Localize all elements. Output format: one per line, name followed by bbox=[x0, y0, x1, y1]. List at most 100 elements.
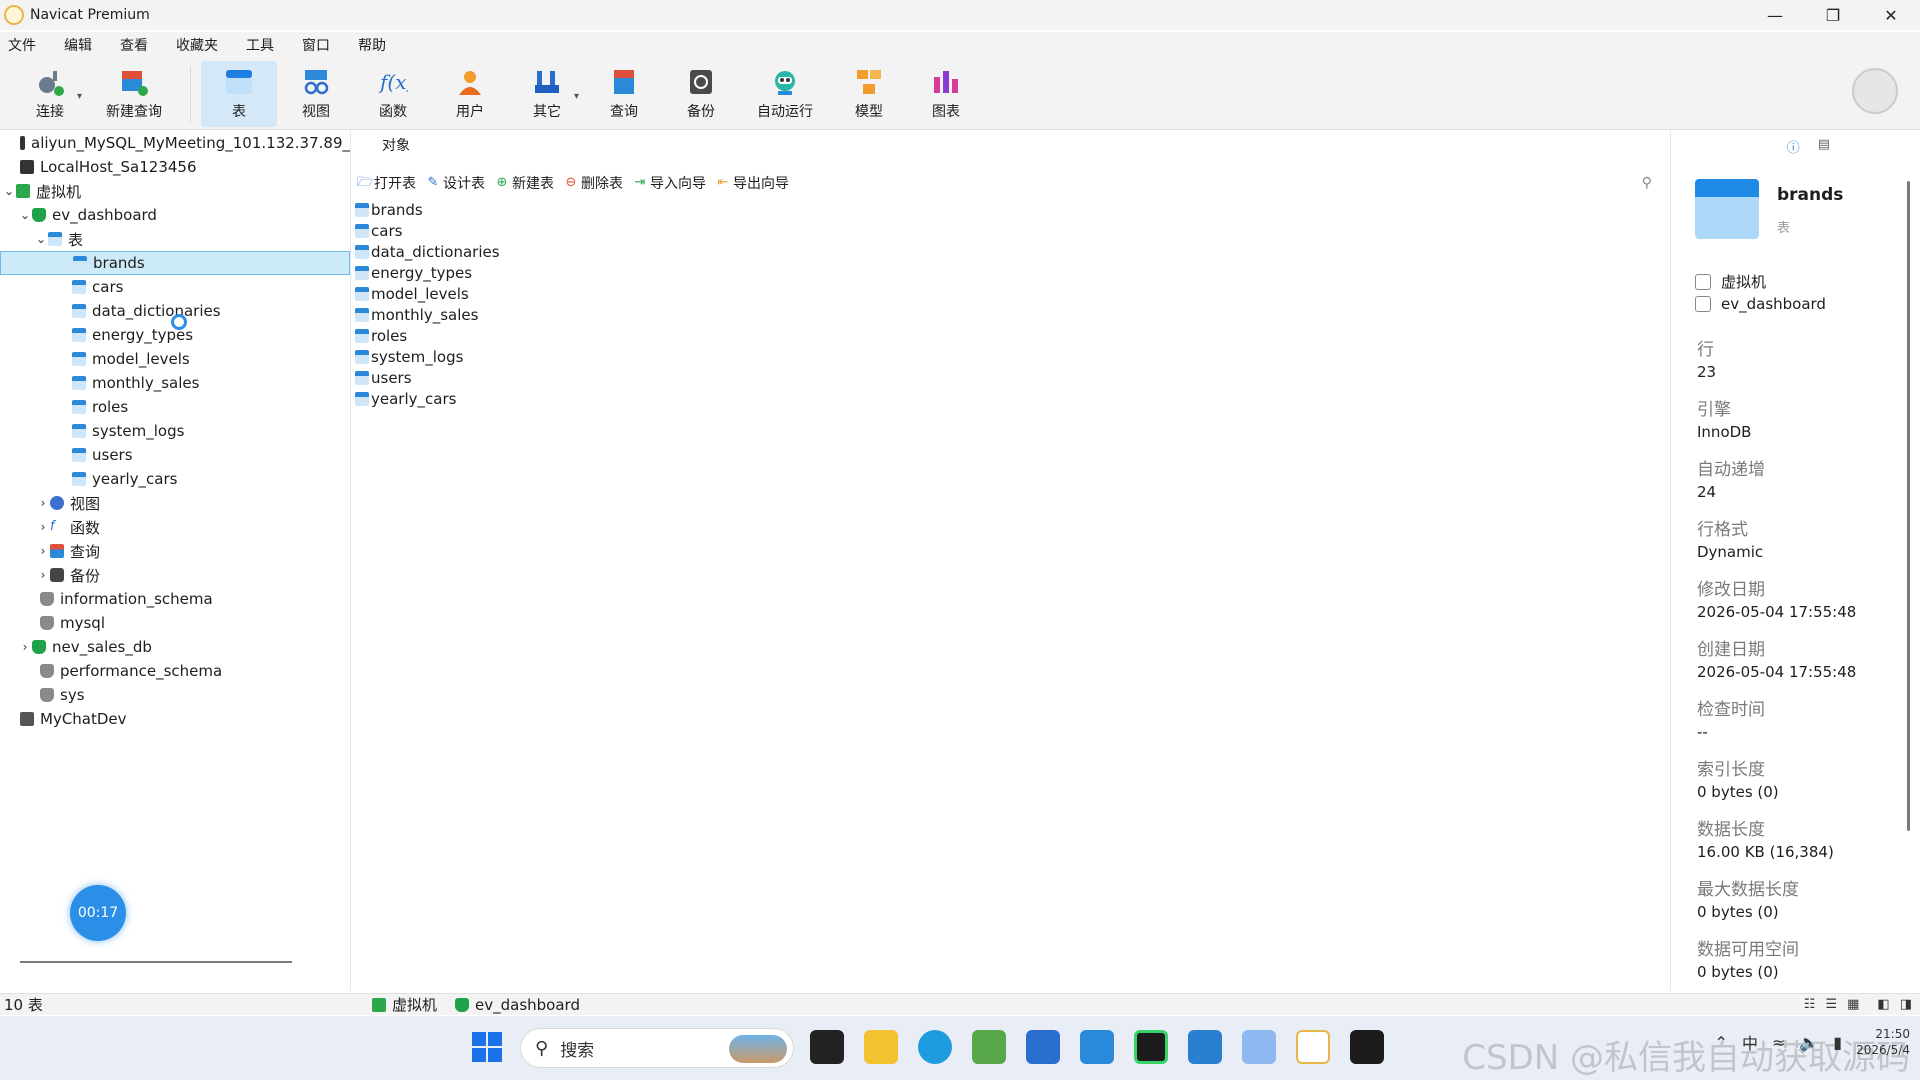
vscode-icon[interactable] bbox=[1188, 1030, 1222, 1064]
restore-icon[interactable]: ❐ bbox=[1804, 0, 1862, 30]
tree-table-item[interactable]: roles bbox=[0, 395, 350, 419]
vertical-scrollbar[interactable] bbox=[1907, 181, 1910, 831]
object-item[interactable]: data_dictionaries bbox=[355, 241, 500, 262]
object-item[interactable]: users bbox=[355, 367, 500, 388]
terminal-icon[interactable] bbox=[1350, 1030, 1384, 1064]
tree-connection-mychatdev[interactable]: MyChatDev bbox=[0, 707, 350, 731]
delete-table-button[interactable]: ⊖ 删除表 bbox=[564, 173, 623, 193]
tree-tables-folder[interactable]: ⌄ 表 bbox=[0, 227, 350, 251]
horizontal-scrollbar[interactable] bbox=[20, 961, 292, 963]
tree-views-folder[interactable]: › 视图 bbox=[0, 491, 350, 515]
ime-indicator[interactable]: 中 bbox=[1742, 1030, 1758, 1054]
object-item[interactable]: monthly_sales bbox=[355, 304, 500, 325]
tree-connection-vm[interactable]: ⌄ 虚拟机 bbox=[0, 179, 350, 203]
design-table-button[interactable]: ✎ 设计表 bbox=[426, 173, 485, 193]
minimize-icon[interactable]: — bbox=[1746, 0, 1804, 30]
list-view-icon[interactable]: ☷ bbox=[1804, 997, 1816, 1012]
detail-view-icon[interactable]: ☰ bbox=[1825, 997, 1837, 1012]
chevron-up-icon[interactable]: ⌃ bbox=[1715, 1033, 1728, 1052]
connect-button[interactable]: 连接 ▾ bbox=[12, 61, 88, 127]
others-button[interactable]: 其它 ▾ bbox=[509, 61, 585, 127]
tab-objects[interactable]: 对象 bbox=[365, 131, 427, 161]
chevron-right-icon[interactable]: › bbox=[36, 544, 50, 558]
tree-database-ev-dashboard[interactable]: ⌄ ev_dashboard bbox=[0, 203, 350, 227]
tree-database-item[interactable]: sys bbox=[0, 683, 350, 707]
functions-button[interactable]: f(x) 函数 bbox=[355, 61, 431, 127]
import-wizard-button[interactable]: ⇥ 导入向导 bbox=[633, 173, 706, 193]
new-table-button[interactable]: ⊕ 新建表 bbox=[495, 173, 554, 193]
search-icon[interactable]: ⚲ bbox=[1642, 175, 1652, 191]
chevron-right-icon[interactable]: › bbox=[36, 520, 50, 534]
tables-button[interactable]: 表 bbox=[201, 60, 277, 127]
navicat-taskbar-icon[interactable] bbox=[1296, 1030, 1330, 1064]
pycharm-icon[interactable] bbox=[1134, 1030, 1168, 1064]
charts-button[interactable]: 图表 bbox=[908, 61, 984, 127]
queries-button[interactable]: 查询 bbox=[586, 61, 662, 127]
photo-editor-icon[interactable] bbox=[972, 1030, 1006, 1064]
mail-app-icon[interactable] bbox=[1026, 1030, 1060, 1064]
tree-functions-folder[interactable]: › f 函数 bbox=[0, 515, 350, 539]
volume-icon[interactable]: 🔈 bbox=[1799, 1033, 1819, 1052]
object-item[interactable]: system_logs bbox=[355, 346, 500, 367]
toggle-left-panel-icon[interactable]: ◧ bbox=[1877, 997, 1889, 1012]
chevron-right-icon[interactable]: › bbox=[36, 568, 50, 582]
chevron-down-icon[interactable]: ⌄ bbox=[18, 208, 32, 222]
tree-table-item[interactable]: users bbox=[0, 443, 350, 467]
model-button[interactable]: 模型 bbox=[831, 61, 907, 127]
menu-help[interactable]: 帮助 bbox=[350, 35, 400, 55]
tree-table-item[interactable]: yearly_cars bbox=[0, 467, 350, 491]
new-query-button[interactable]: 新建查询 bbox=[89, 61, 179, 127]
caret-down-icon[interactable]: ▾ bbox=[574, 91, 579, 102]
tree-database-item[interactable]: mysql bbox=[0, 611, 350, 635]
taskbar-search[interactable]: ⚲ 搜索 bbox=[520, 1028, 794, 1068]
export-wizard-button[interactable]: ⇤ 导出向导 bbox=[716, 173, 789, 193]
taskbar-clock[interactable]: 21:50 2026/5/4 bbox=[1856, 1026, 1910, 1058]
ddl-icon[interactable]: ▤ bbox=[1818, 137, 1830, 156]
chevron-right-icon[interactable]: › bbox=[36, 496, 50, 510]
menu-file[interactable]: 文件 bbox=[0, 35, 50, 55]
chevron-down-icon[interactable]: ⌄ bbox=[2, 184, 16, 198]
menu-tools[interactable]: 工具 bbox=[238, 35, 288, 55]
wifi-icon[interactable]: ≈ bbox=[1772, 1033, 1785, 1052]
tree-table-item[interactable]: model_levels bbox=[0, 347, 350, 371]
menu-view[interactable]: 查看 bbox=[112, 35, 162, 55]
info-icon[interactable]: ⓘ bbox=[1787, 137, 1800, 156]
menu-window[interactable]: 窗口 bbox=[294, 35, 344, 55]
windows-start-icon[interactable] bbox=[472, 1032, 502, 1062]
battery-icon[interactable]: ▮ bbox=[1833, 1033, 1842, 1052]
toggle-right-panel-icon[interactable]: ◨ bbox=[1900, 997, 1912, 1012]
grid-view-icon[interactable]: ▦ bbox=[1847, 997, 1859, 1012]
remote-desktop-icon[interactable] bbox=[1080, 1030, 1114, 1064]
open-table-button[interactable]: 🗁 打开表 bbox=[357, 173, 416, 193]
tree-database-item[interactable]: performance_schema bbox=[0, 659, 350, 683]
tree-connection-localhost[interactable]: LocalHost_Sa123456 bbox=[0, 155, 350, 179]
task-view-icon[interactable] bbox=[810, 1030, 844, 1064]
tree-table-item[interactable]: system_logs bbox=[0, 419, 350, 443]
chevron-down-icon[interactable]: ⌄ bbox=[34, 232, 48, 246]
object-item[interactable]: cars bbox=[355, 220, 500, 241]
views-button[interactable]: 视图 bbox=[278, 61, 354, 127]
backup-button[interactable]: 备份 bbox=[663, 61, 739, 127]
object-item[interactable]: brands bbox=[355, 199, 500, 220]
menu-edit[interactable]: 编辑 bbox=[56, 35, 106, 55]
users-button[interactable]: 用户 bbox=[432, 61, 508, 127]
tree-queries-folder[interactable]: › 查询 bbox=[0, 539, 350, 563]
tree-connection-aliyun[interactable]: aliyun_MySQL_MyMeeting_101.132.37.89_ bbox=[0, 131, 350, 155]
tree-table-item[interactable]: brands bbox=[0, 251, 350, 275]
chevron-right-icon[interactable]: › bbox=[18, 640, 32, 654]
close-icon[interactable]: ✕ bbox=[1862, 0, 1920, 30]
tree-backups-folder[interactable]: › 备份 bbox=[0, 563, 350, 587]
object-item[interactable]: roles bbox=[355, 325, 500, 346]
tree-database-item[interactable]: › nev_sales_db bbox=[0, 635, 350, 659]
file-explorer-icon[interactable] bbox=[864, 1030, 898, 1064]
recording-timer[interactable]: 00:17 bbox=[70, 885, 126, 941]
user-avatar[interactable] bbox=[1852, 68, 1898, 114]
automation-button[interactable]: 自动运行 bbox=[740, 61, 830, 127]
caret-down-icon[interactable]: ▾ bbox=[77, 91, 82, 102]
tree-table-item[interactable]: monthly_sales bbox=[0, 371, 350, 395]
cloud-app-icon[interactable] bbox=[1242, 1030, 1276, 1064]
tree-database-item[interactable]: information_schema bbox=[0, 587, 350, 611]
tree-table-item[interactable]: cars bbox=[0, 275, 350, 299]
edge-browser-icon[interactable] bbox=[918, 1030, 952, 1064]
menu-favorites[interactable]: 收藏夹 bbox=[168, 35, 232, 55]
